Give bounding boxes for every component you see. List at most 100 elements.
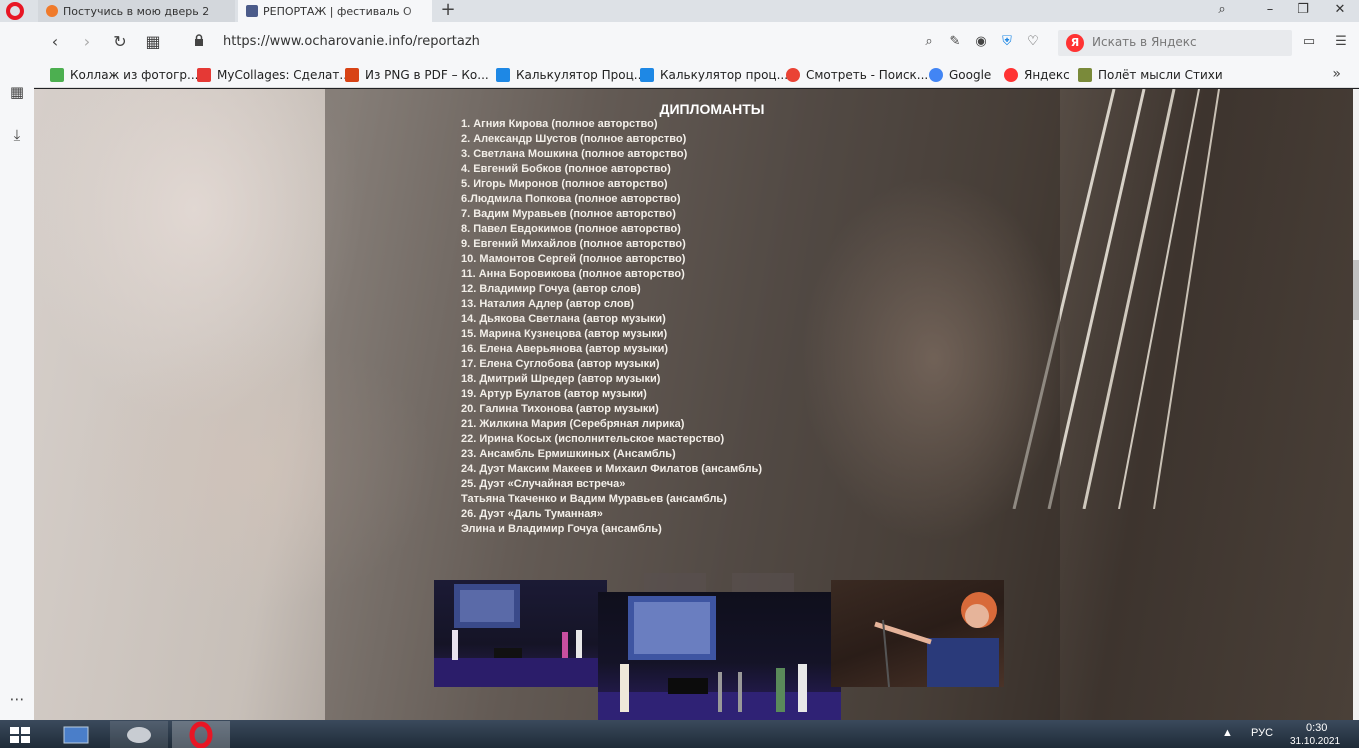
list-item: 26. Дуэт «Даль Туманная»: [461, 508, 603, 520]
tabs-grid-icon[interactable]: ▦: [142, 31, 164, 53]
sidebar: ▦ ⤓ ⋯: [0, 22, 34, 720]
search-placeholder: Искать в Яндекс: [1092, 35, 1197, 49]
bookmark-favicon-icon: [1004, 68, 1018, 82]
list-item: 6.Людмила Попкова (полное авторство): [461, 193, 681, 205]
downloads-icon[interactable]: ⤓: [7, 125, 27, 145]
bookmark-item[interactable]: Смотреть - Поиск...: [786, 67, 928, 83]
vpn-shield-icon[interactable]: ⛨: [998, 33, 1016, 51]
list-item: 23. Ансамбль Ермишкиных (Ансамбль): [461, 448, 676, 460]
bookmark-item[interactable]: Из PNG в PDF – Ко...: [345, 67, 489, 83]
taskbar-opera-icon[interactable]: [172, 721, 230, 748]
camera-icon[interactable]: ◉: [972, 33, 990, 51]
bookmark-favicon-icon: [50, 68, 64, 82]
list-item: 17. Елена Суглобова (автор музыки): [461, 358, 660, 370]
easy-setup-icon[interactable]: ☰: [1332, 33, 1350, 51]
tray-arrow-icon[interactable]: ▲: [1222, 727, 1233, 739]
battery-saver-icon[interactable]: ▭: [1300, 33, 1318, 51]
lock-icon: [195, 34, 203, 46]
list-item: 2. Александр Шустов (полное авторство): [461, 133, 687, 145]
bookmarks-bar: Коллаж из фотогр... MyCollages: Сделат..…: [34, 62, 1359, 88]
list-item: Элина и Владимир Гочуа (ансамбль): [461, 523, 662, 535]
list-item: 13. Наталия Адлер (автор слов): [461, 298, 635, 310]
gallery-photo-main[interactable]: [598, 592, 841, 720]
windows-start-icon[interactable]: [8, 726, 34, 744]
list-item: 22. Ирина Косых (исполнительское мастерс…: [461, 433, 725, 445]
taskbar-explorer-icon[interactable]: [52, 721, 102, 748]
language-indicator[interactable]: РУС: [1251, 727, 1273, 739]
page-content: ДИПЛОМАНТЫ 1. Агния Кирова (полное автор…: [34, 89, 1353, 720]
bookmark-item[interactable]: Калькулятор проц...: [640, 67, 788, 83]
bookmark-label: Яндекс: [1024, 68, 1070, 82]
gallery-thumbnail[interactable]: [732, 573, 794, 593]
bookmark-item[interactable]: MyCollages: Сделат...: [197, 67, 351, 83]
address-bar: ‹ › ↻ ▦ https://www.ocharovanie.info/rep…: [34, 22, 1359, 62]
list-item: Татьяна Ткаченко и Вадим Муравьев (ансам…: [461, 493, 727, 505]
bookmark-label: MyCollages: Сделат...: [217, 68, 351, 82]
list-item: 5. Игорь Миронов (полное авторство): [461, 178, 668, 190]
url-field[interactable]: https://www.ocharovanie.info/reportazh: [223, 34, 480, 49]
bookmark-favicon-icon: [496, 68, 510, 82]
bookmark-favicon-icon: [929, 68, 943, 82]
bookmark-item[interactable]: Калькулятор Проц...: [496, 67, 645, 83]
heart-icon[interactable]: ♡: [1024, 33, 1042, 51]
bookmark-item[interactable]: Полёт мысли Стихи: [1078, 67, 1223, 83]
windows-taskbar: ▲ РУС 0:30 31.10.2021: [0, 720, 1359, 748]
list-item: 7. Вадим Муравьев (полное авторство): [461, 208, 676, 220]
zoom-icon[interactable]: ⌕: [920, 33, 938, 51]
bookmark-favicon-icon: [786, 68, 800, 82]
tab-title: Постучись в мою дверь 2: [63, 4, 210, 18]
clock-date[interactable]: 31.10.2021: [1290, 736, 1340, 747]
tab-inactive[interactable]: Постучись в мою дверь 2: [38, 0, 235, 22]
bookmark-label: Полёт мысли Стихи: [1098, 68, 1223, 82]
opera-menu-icon[interactable]: [6, 2, 24, 20]
list-item: 16. Елена Аверьянова (автор музыки): [461, 343, 669, 355]
list-item: 1. Агния Кирова (полное авторство): [461, 118, 658, 130]
list-item: 18. Дмитрий Шредер (автор музыки): [461, 373, 661, 385]
tab-favicon-icon: [46, 5, 58, 17]
tab-active[interactable]: РЕПОРТАЖ | фестиваль О: [238, 0, 432, 22]
bookmark-item[interactable]: Google: [929, 67, 991, 83]
tab-title: РЕПОРТАЖ | фестиваль О: [263, 4, 412, 18]
gallery-photo[interactable]: [434, 580, 607, 687]
bookmark-item[interactable]: Коллаж из фотогр...: [50, 67, 198, 83]
back-button[interactable]: ‹: [44, 31, 66, 53]
clock-time[interactable]: 0:30: [1306, 722, 1327, 734]
search-tabs-icon[interactable]: ⌕: [1207, 0, 1237, 22]
yandex-search-field[interactable]: Я Искать в Яндекс: [1058, 30, 1292, 56]
bookmark-favicon-icon: [345, 68, 359, 82]
bookmark-label: Смотреть - Поиск...: [806, 68, 929, 82]
new-tab-button[interactable]: +: [440, 0, 456, 22]
bookmark-item[interactable]: Яндекс: [1004, 67, 1070, 83]
taskbar-disk-icon[interactable]: [110, 721, 168, 748]
close-window-button[interactable]: ✕: [1325, 0, 1355, 22]
list-item: 24. Дуэт Максим Макеев и Михаил Филатов …: [461, 463, 763, 475]
yandex-logo-icon: Я: [1066, 34, 1084, 52]
forward-button[interactable]: ›: [76, 31, 98, 53]
gallery-photo[interactable]: [831, 580, 1004, 687]
bookmark-favicon-icon: [1078, 68, 1092, 82]
tab-favicon-icon: [246, 5, 258, 17]
page-heading: ДИПЛОМАНТЫ: [659, 101, 765, 117]
page-scrollbar[interactable]: [1353, 89, 1359, 720]
gallery-thumbnail[interactable]: [644, 573, 706, 593]
more-icon[interactable]: ⋯: [7, 689, 27, 709]
list-item: 11. Анна Боровикова (полное авторство): [461, 268, 685, 280]
diploma-list: 1. Агния Кирова (полное авторство) 2. Ал…: [461, 117, 762, 537]
maximize-button[interactable]: ❐: [1288, 0, 1318, 22]
tab-strip: Постучись в мою дверь 2 РЕПОРТАЖ | фести…: [0, 0, 1359, 22]
bookmark-label: Калькулятор проц...: [660, 68, 789, 82]
minimize-button[interactable]: –: [1255, 0, 1285, 22]
bookmark-label: Коллаж из фотогр...: [70, 68, 199, 82]
list-item: 12. Владимир Гочуа (автор слов): [461, 283, 641, 295]
edit-icon[interactable]: ✎: [946, 33, 964, 51]
list-item: 3. Светлана Мошкина (полное авторство): [461, 148, 688, 160]
list-item: 10. Мамонтов Сергей (полное авторство): [461, 253, 686, 265]
speed-dial-icon[interactable]: ▦: [7, 82, 27, 102]
reload-button[interactable]: ↻: [109, 31, 131, 53]
bookmark-label: Калькулятор Проц...: [516, 68, 646, 82]
scrollbar-thumb[interactable]: [1353, 260, 1359, 320]
bookmark-label: Из PNG в PDF – Ко...: [365, 68, 489, 82]
list-item: 25. Дуэт «Случайная встреча»: [461, 478, 626, 490]
list-item: 20. Галина Тихонова (автор музыки): [461, 403, 659, 415]
bookmarks-more-icon[interactable]: »: [1332, 66, 1341, 82]
